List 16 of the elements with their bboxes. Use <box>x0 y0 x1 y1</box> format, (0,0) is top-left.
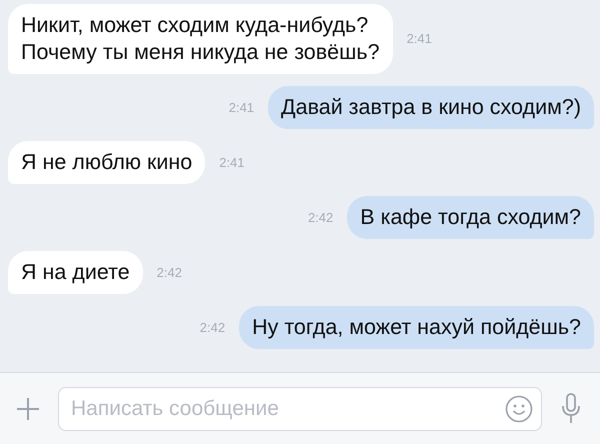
message-time: 2:41 <box>228 98 254 117</box>
message-time: 2:42 <box>156 264 182 282</box>
message-bubble: Я на диете <box>8 251 143 294</box>
message-field[interactable]: Написать сообщение <box>58 386 542 430</box>
message-time: 2:42 <box>200 318 226 337</box>
message-bubble: В кафе тогда сходим? <box>347 196 594 239</box>
add-icon[interactable] <box>16 396 40 420</box>
message-bubble: Я не люблю кино <box>8 141 206 184</box>
emoji-icon[interactable] <box>505 394 533 422</box>
message-time: 2:41 <box>219 154 245 172</box>
message-bubble: Ну тогда, может нахуй пойдёшь? <box>239 306 594 349</box>
message-bubble: Никит, может сходим куда-нибудь? Почему ты меня никуда не зовёшь? <box>8 4 393 74</box>
message-bubble: Давай завтра в кино сходим?) <box>268 86 594 129</box>
microphone-icon[interactable] <box>560 392 582 424</box>
message-time: 2:41 <box>406 30 432 48</box>
message-time: 2:42 <box>308 208 334 227</box>
